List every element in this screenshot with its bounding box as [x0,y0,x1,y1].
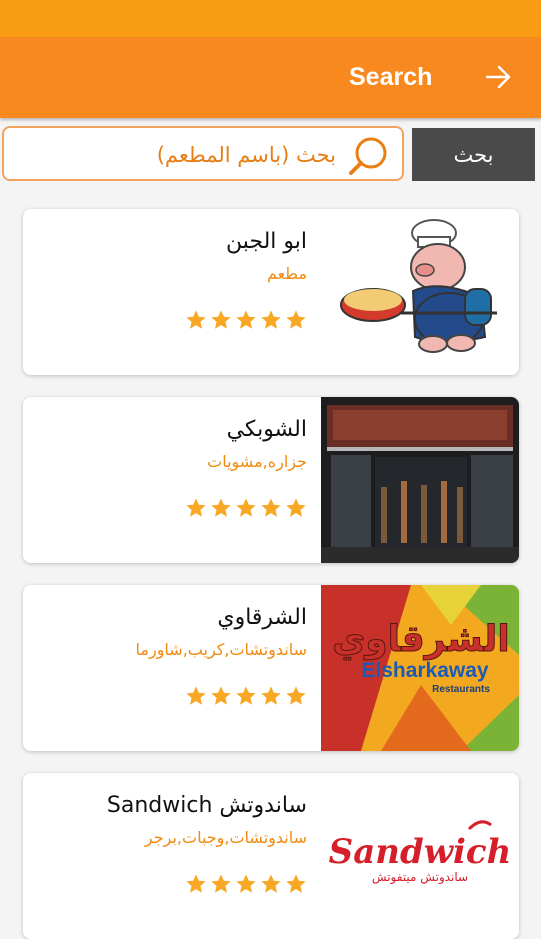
search-box [2,126,404,181]
svg-text:ساندوتش ميتفوتش: ساندوتش ميتفوتش [372,870,468,885]
star-icon [210,685,232,707]
star-icon [235,497,257,519]
page-title: Search [349,63,433,91]
star-icon [260,497,282,519]
app-bar: Search [0,37,541,118]
restaurant-category: ساندوتشات,وجبات,برجر [144,828,307,847]
star-icon [285,497,307,519]
status-bar [0,0,541,37]
star-icon [285,873,307,895]
star-icon [210,309,232,331]
star-icon [260,685,282,707]
star-icon [285,685,307,707]
restaurant-category: ساندوتشات,كريب,شاورما [135,640,307,659]
restaurant-card[interactable]: ابو الجبن مطعم [23,209,519,375]
svg-text:الشرقاوي: الشرقاوي [332,619,509,660]
star-icon [235,873,257,895]
star-icon [260,309,282,331]
restaurant-name: ساندوتش Sandwich [106,793,307,818]
restaurant-card[interactable]: الشوبكي جزاره,مشويات [23,397,519,563]
star-icon [185,497,207,519]
svg-text:Restaurants: Restaurants [432,684,490,695]
restaurant-category: مطعم [266,264,307,283]
shop-front-image [321,397,519,563]
rating-stars [185,873,307,895]
restaurant-card[interactable]: ساندوتش Sandwich ساندوتشات,وجبات,برجر Sa… [23,773,519,939]
star-icon [210,873,232,895]
rating-stars [185,309,307,331]
star-icon [235,309,257,331]
restaurant-category: جزاره,مشويات [207,452,307,471]
star-icon [210,497,232,519]
star-icon [185,873,207,895]
search-bar: بحث [0,124,541,186]
star-icon [185,685,207,707]
arrow-right-icon[interactable] [484,62,514,92]
restaurant-name: الشوبكي [226,417,307,442]
search-icon[interactable] [346,134,392,178]
restaurant-card[interactable]: الشرقاوي ساندوتشات,كريب,شاورما الشرقاوي … [23,585,519,751]
rating-stars [185,685,307,707]
svg-text:Elsharkaway: Elsharkaway [361,659,489,682]
rating-stars [185,497,307,519]
restaurant-logo: Sandwich ساندوتش ميتفوتش [321,773,519,939]
star-icon [260,873,282,895]
chef-image [321,209,519,375]
restaurant-name: الشرقاوي [217,605,307,630]
star-icon [285,309,307,331]
star-icon [185,309,207,331]
star-icon [235,685,257,707]
restaurant-name: ابو الجبن [226,229,307,254]
svg-text:Sandwich: Sandwich [329,832,512,872]
search-button[interactable]: بحث [412,128,535,181]
search-input[interactable] [12,136,338,174]
restaurant-logo: الشرقاوي Elsharkaway Restaurants [321,585,519,751]
